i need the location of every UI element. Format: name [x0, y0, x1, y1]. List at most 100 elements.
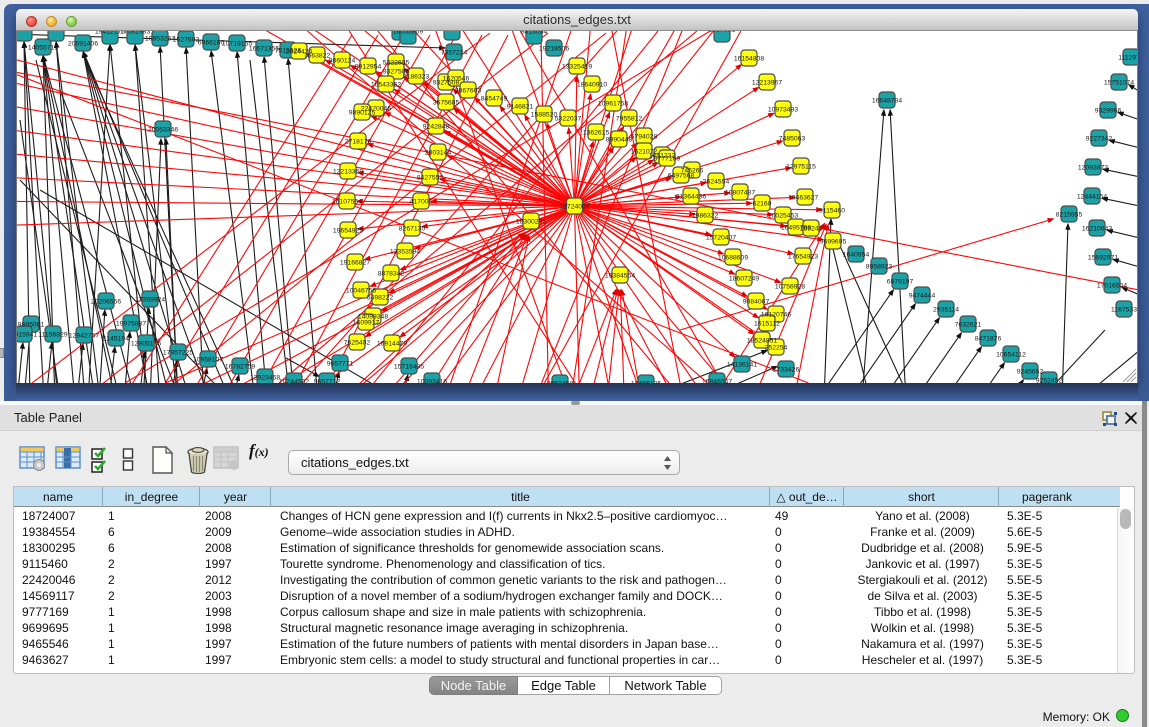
svg-text:20674489: 20674489 [41, 31, 71, 33]
svg-text:12444154: 12444154 [1077, 193, 1107, 200]
svg-text:7955812: 7955812 [616, 115, 643, 122]
svg-text:9329966: 9329966 [1095, 107, 1122, 114]
svg-text:17957225: 17957225 [163, 349, 193, 356]
svg-text:10973493: 10973493 [768, 106, 798, 113]
svg-text:18724007: 18724007 [559, 203, 589, 210]
svg-text:8427552: 8427552 [417, 174, 444, 181]
svg-text:3675685: 3675685 [433, 99, 460, 106]
svg-text:9146821: 9146821 [507, 103, 534, 110]
svg-text:12905135: 12905135 [131, 340, 161, 347]
svg-text:11250779: 11250779 [437, 31, 467, 32]
svg-text:12093873: 12093873 [1078, 164, 1108, 171]
svg-text:8813054: 8813054 [521, 31, 548, 36]
svg-text:16782759: 16782759 [225, 363, 255, 370]
svg-text:2935114: 2935114 [933, 306, 959, 313]
svg-text:19218506: 19218506 [539, 45, 569, 52]
svg-text:10756928: 10756928 [775, 283, 805, 290]
svg-text:2867603: 2867603 [455, 87, 482, 94]
svg-text:5322605: 5322605 [383, 59, 410, 66]
svg-text:18524851: 18524851 [747, 337, 777, 344]
svg-text:20691406: 20691406 [68, 40, 98, 47]
svg-text:9242848: 9242848 [423, 123, 450, 130]
svg-text:10853267: 10853267 [145, 35, 175, 42]
svg-text:1620546: 1620546 [443, 75, 470, 82]
svg-text:1145194: 1145194 [103, 335, 129, 342]
svg-text:10807487: 10807487 [725, 189, 755, 196]
svg-text:12923468: 12923468 [250, 374, 280, 381]
svg-text:9777169: 9777169 [654, 155, 681, 162]
svg-text:10719155: 10719155 [222, 40, 252, 47]
svg-text:18607249: 18607249 [729, 275, 759, 282]
svg-text:8186323: 8186323 [403, 73, 430, 80]
svg-text:14136141: 14136141 [727, 361, 757, 368]
svg-text:12975115: 12975115 [786, 163, 816, 170]
svg-text:16210643: 16210643 [1082, 225, 1112, 232]
svg-text:8990448: 8990448 [606, 136, 633, 143]
svg-text:1362615: 1362615 [583, 129, 610, 136]
svg-text:9895061: 9895061 [18, 321, 45, 328]
svg-text:18300295: 18300295 [516, 218, 546, 225]
svg-text:15692971: 15692971 [1088, 254, 1118, 261]
svg-text:3915941: 3915941 [17, 331, 37, 338]
svg-text:10654112: 10654112 [996, 351, 1026, 358]
svg-text:3624554: 3624554 [703, 178, 730, 185]
svg-text:16053809: 16053809 [393, 31, 423, 36]
svg-text:10958107: 10958107 [193, 356, 223, 363]
svg-text:7663822: 7663822 [304, 52, 331, 59]
svg-text:16120746: 16120746 [761, 311, 791, 318]
svg-text:12942757: 12942757 [69, 332, 99, 339]
svg-text:9245652: 9245652 [1017, 368, 1044, 375]
svg-text:19975887: 19975887 [116, 320, 146, 327]
svg-text:13325419: 13325419 [562, 63, 592, 70]
svg-text:8958923: 8958923 [866, 263, 893, 270]
svg-text:9657771: 9657771 [327, 360, 354, 367]
svg-text:1527602: 1527602 [173, 36, 200, 43]
svg-text:18133074: 18133074 [17, 31, 39, 33]
svg-text:62160: 62160 [753, 200, 772, 207]
svg-text:6497568: 6497568 [668, 172, 695, 179]
svg-text:17654923: 17654923 [788, 253, 818, 260]
svg-text:2687682: 2687682 [709, 31, 736, 34]
svg-text:15716485: 15716485 [394, 363, 424, 370]
svg-text:20206556: 20206556 [91, 298, 121, 305]
svg-text:9890125: 9890125 [349, 109, 376, 116]
svg-text:19654925: 19654925 [333, 227, 363, 234]
svg-text:8267130: 8267130 [399, 225, 426, 232]
svg-text:15751074: 15751074 [1104, 79, 1134, 86]
svg-text:9227342: 9227342 [1086, 135, 1113, 142]
svg-text:1615112: 1615112 [754, 320, 780, 327]
svg-text:1112973: 1112973 [1118, 54, 1138, 61]
svg-text:1167533: 1167533 [1111, 306, 1137, 313]
svg-text:5498222: 5498222 [367, 294, 394, 301]
svg-text:15720407: 15720407 [706, 234, 736, 241]
svg-text:16543362: 16543362 [371, 81, 401, 88]
svg-text:417006: 417006 [410, 198, 433, 205]
svg-text:18640910: 18640910 [577, 81, 607, 88]
svg-text:17016504: 17016504 [1097, 282, 1127, 289]
svg-text:9699695: 9699695 [820, 238, 847, 245]
svg-text:169244: 169244 [800, 225, 823, 232]
svg-text:14055713: 14055713 [28, 44, 58, 51]
svg-text:1733426: 1733426 [773, 366, 800, 373]
svg-text:7986322: 7986322 [692, 212, 719, 219]
svg-text:1409917: 1409917 [353, 319, 380, 326]
svg-text:19384554: 19384554 [605, 272, 635, 279]
svg-text:1640954: 1640954 [843, 251, 870, 258]
svg-text:7357224: 7357224 [441, 49, 468, 56]
svg-text:9463627: 9463627 [792, 194, 819, 201]
svg-text:10025453: 10025453 [768, 212, 798, 219]
svg-text:16154808: 16154808 [734, 55, 764, 62]
svg-text:10688609: 10688609 [718, 254, 748, 261]
svg-text:8215955: 8215955 [1056, 211, 1083, 218]
svg-text:9474444: 9474444 [909, 292, 936, 299]
svg-text:9860124: 9860124 [329, 57, 356, 64]
svg-text:16648784: 16648784 [872, 97, 902, 104]
svg-text:7632621: 7632621 [955, 321, 982, 328]
svg-text:17359924: 17359924 [135, 296, 165, 303]
svg-text:16914479: 16914479 [377, 340, 407, 347]
svg-text:6794028: 6794028 [631, 133, 658, 140]
svg-text:16107554: 16107554 [332, 198, 362, 205]
svg-text:7485063: 7485063 [779, 135, 806, 142]
svg-text:8878342: 8878342 [378, 270, 405, 277]
svg-text:19166827: 19166827 [340, 259, 370, 266]
